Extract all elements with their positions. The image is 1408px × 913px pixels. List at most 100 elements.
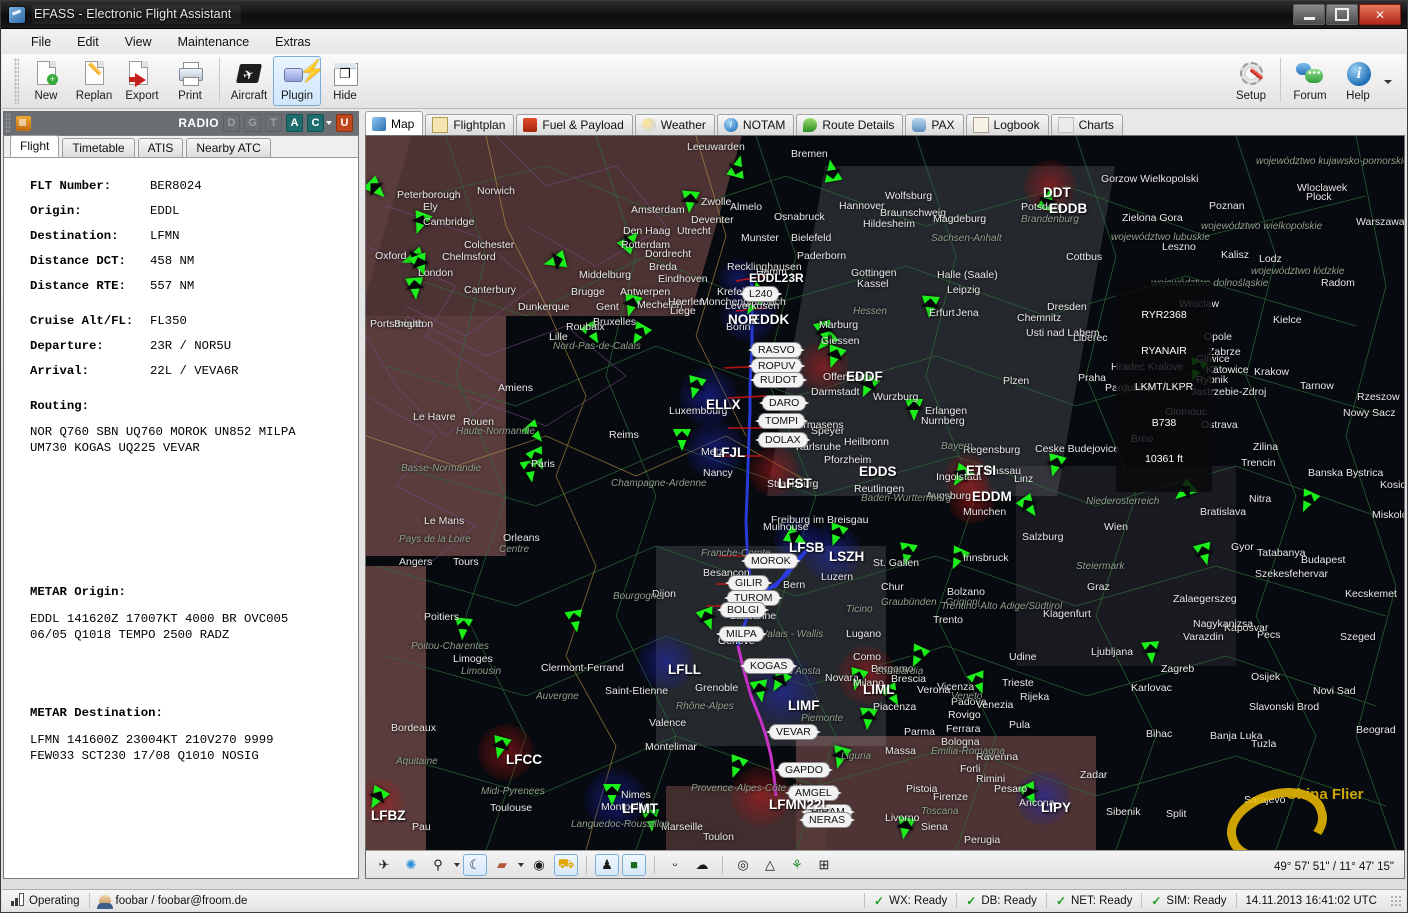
tab-flight[interactable]: Flight — [10, 135, 60, 157]
compass-icon[interactable]: ◎ — [731, 854, 755, 876]
radio-button-g[interactable]: G — [244, 114, 261, 132]
help-button[interactable]: i Help — [1334, 56, 1382, 106]
maximize-button[interactable] — [1326, 4, 1358, 25]
export-button[interactable]: Export — [118, 56, 166, 106]
wind-icon[interactable]: ᵕ — [663, 854, 687, 876]
tab-map[interactable]: Map — [365, 111, 424, 135]
airport-label[interactable]: LFSB — [789, 540, 824, 555]
airport-label[interactable]: EDDM — [972, 489, 1012, 504]
airplane-icon[interactable]: ✈ — [372, 854, 396, 876]
waypoint-label[interactable]: NERAS — [802, 812, 853, 828]
city-label: Le Mans — [424, 515, 465, 527]
waypoint-label[interactable]: MILPA — [719, 626, 764, 642]
close-button[interactable]: ✕ — [1359, 4, 1401, 25]
airport-label[interactable]: LSZH — [829, 549, 864, 564]
zoom-dropdown-icon[interactable] — [454, 862, 460, 867]
radio-button-t[interactable]: T — [265, 114, 282, 132]
airport-label[interactable]: LFCC — [506, 752, 542, 767]
menu-view[interactable]: View — [112, 32, 165, 52]
waypoint-label[interactable]: MOROK — [744, 553, 798, 569]
warning-triangle-icon[interactable]: △ — [758, 854, 782, 876]
green-layer-icon[interactable]: ■ — [622, 853, 646, 876]
airport-label[interactable]: EDDF — [846, 369, 883, 384]
airport-label[interactable]: ETSI — [966, 463, 996, 478]
waypoint-label[interactable]: GILIR — [728, 575, 770, 591]
map-canvas[interactable]: Leeuwarden Norwich Peterborough Ely Cambridg… — [366, 136, 1404, 850]
waypoint-label[interactable]: DOLAX — [758, 432, 808, 448]
traffic-people-icon[interactable]: ♟ — [595, 853, 619, 876]
airport-label[interactable]: EDDS — [859, 464, 897, 479]
city-label: Nimes — [621, 789, 651, 801]
waypoint-label[interactable]: BOLGI — [720, 602, 767, 618]
minimize-button[interactable] — [1293, 4, 1325, 25]
night-mode-icon[interactable]: ☾ — [463, 853, 487, 876]
airport-label[interactable]: LFST — [778, 476, 812, 491]
waypoint-label[interactable]: GAPDO — [778, 762, 830, 778]
airport-label[interactable]: LIML — [863, 682, 895, 697]
plugin-button[interactable]: ⚡ Plugin — [273, 56, 325, 106]
center-target-icon[interactable]: ◉ — [527, 854, 551, 876]
tab-flightplan[interactable]: Flightplan — [425, 114, 515, 135]
help-dropdown-caret-icon[interactable] — [1384, 80, 1392, 84]
window-controls: ✕ — [1293, 4, 1401, 25]
tab-charts[interactable]: Charts — [1050, 114, 1123, 135]
airport-label[interactable]: DDT — [1043, 185, 1071, 200]
waypoint-label[interactable]: KOGAS — [743, 658, 795, 674]
tab-pax[interactable]: PAX — [905, 114, 964, 135]
hide-button[interactable]: ❒ Hide — [321, 56, 369, 106]
radio-button-c[interactable]: C — [307, 114, 324, 132]
tab-timetable[interactable]: Timetable — [62, 138, 135, 157]
tab-atis[interactable]: ATIS — [137, 138, 184, 157]
aircraft-info-popup[interactable]: RYR2368 RYANAIR LKMT/LKPR B738 10361 ft — [1116, 282, 1212, 492]
forum-button[interactable]: Forum — [1286, 56, 1334, 106]
tab-weather[interactable]: Weather — [634, 114, 715, 135]
airport-label[interactable]: LFJL — [713, 445, 745, 460]
airport-label[interactable]: LFLL — [668, 662, 701, 677]
tab-route-details[interactable]: Route Details — [796, 114, 904, 135]
menu-maintenance[interactable]: Maintenance — [165, 32, 263, 52]
grid-icon[interactable]: ⊞ — [812, 854, 836, 876]
radio-c-dropdown-icon[interactable] — [326, 121, 332, 125]
airport-label[interactable]: LFMT — [622, 801, 658, 816]
scenery-icon[interactable]: ⚘ — [785, 854, 809, 876]
airport-label[interactable]: EDDB — [1049, 201, 1087, 216]
radio-toolbar-grip[interactable] — [5, 113, 11, 133]
airport-label[interactable]: ELLX — [706, 397, 741, 412]
city-label: Graz — [1087, 581, 1110, 593]
new-button[interactable]: + New — [22, 56, 70, 106]
airport-label[interactable]: LFBZ — [371, 808, 406, 823]
waypoint-label[interactable]: RASVO — [751, 342, 802, 358]
tab-fuel-payload[interactable]: Fuel & Payload — [516, 114, 633, 135]
vehicle-icon[interactable]: ⛟ — [554, 853, 578, 876]
precipitation-cloud-icon[interactable]: ☁ — [690, 854, 714, 876]
resize-grip[interactable] — [1390, 894, 1402, 907]
menu-edit[interactable]: Edit — [64, 32, 112, 52]
status-mode-label: Operating — [29, 894, 80, 907]
waypoint-label[interactable]: VEVAR — [769, 724, 818, 740]
menu-file[interactable]: File — [18, 32, 64, 52]
zoom-icon[interactable]: ⚲ — [426, 854, 450, 876]
airport-label[interactable]: LIPY — [1041, 800, 1071, 815]
print-button[interactable]: Print — [166, 56, 214, 106]
tab-notam[interactable]: i NOTAM — [716, 114, 795, 135]
city-label: Ely — [423, 201, 438, 213]
tab-logbook[interactable]: Logbook — [965, 114, 1049, 135]
aircraft-button[interactable]: ✈ Aircraft — [225, 56, 273, 106]
airport-label[interactable]: LIMF — [788, 698, 820, 713]
setup-button[interactable]: Setup — [1227, 56, 1275, 106]
menu-extras[interactable]: Extras — [262, 32, 323, 52]
waypoint-label[interactable]: RUDOT — [753, 372, 805, 388]
radio-undock-icon[interactable] — [16, 115, 31, 131]
waypoint-label[interactable]: TOMPI — [758, 413, 806, 429]
replan-button[interactable]: Replan — [70, 56, 118, 106]
airport-label[interactable]: NOR — [728, 312, 758, 327]
waypoint-label[interactable]: DARO — [762, 395, 807, 411]
airport-label[interactable]: LFMN22L — [769, 797, 830, 812]
terrain-dropdown-icon[interactable] — [518, 862, 524, 867]
terrain-layer-icon[interactable]: ▰ — [490, 854, 514, 876]
navaid-icon[interactable]: ✺ — [399, 854, 423, 876]
tab-nearby-atc[interactable]: Nearby ATC — [186, 138, 271, 157]
radio-button-u[interactable]: U — [336, 114, 353, 132]
radio-button-d[interactable]: D — [223, 114, 240, 132]
radio-button-a[interactable]: A — [286, 114, 303, 132]
